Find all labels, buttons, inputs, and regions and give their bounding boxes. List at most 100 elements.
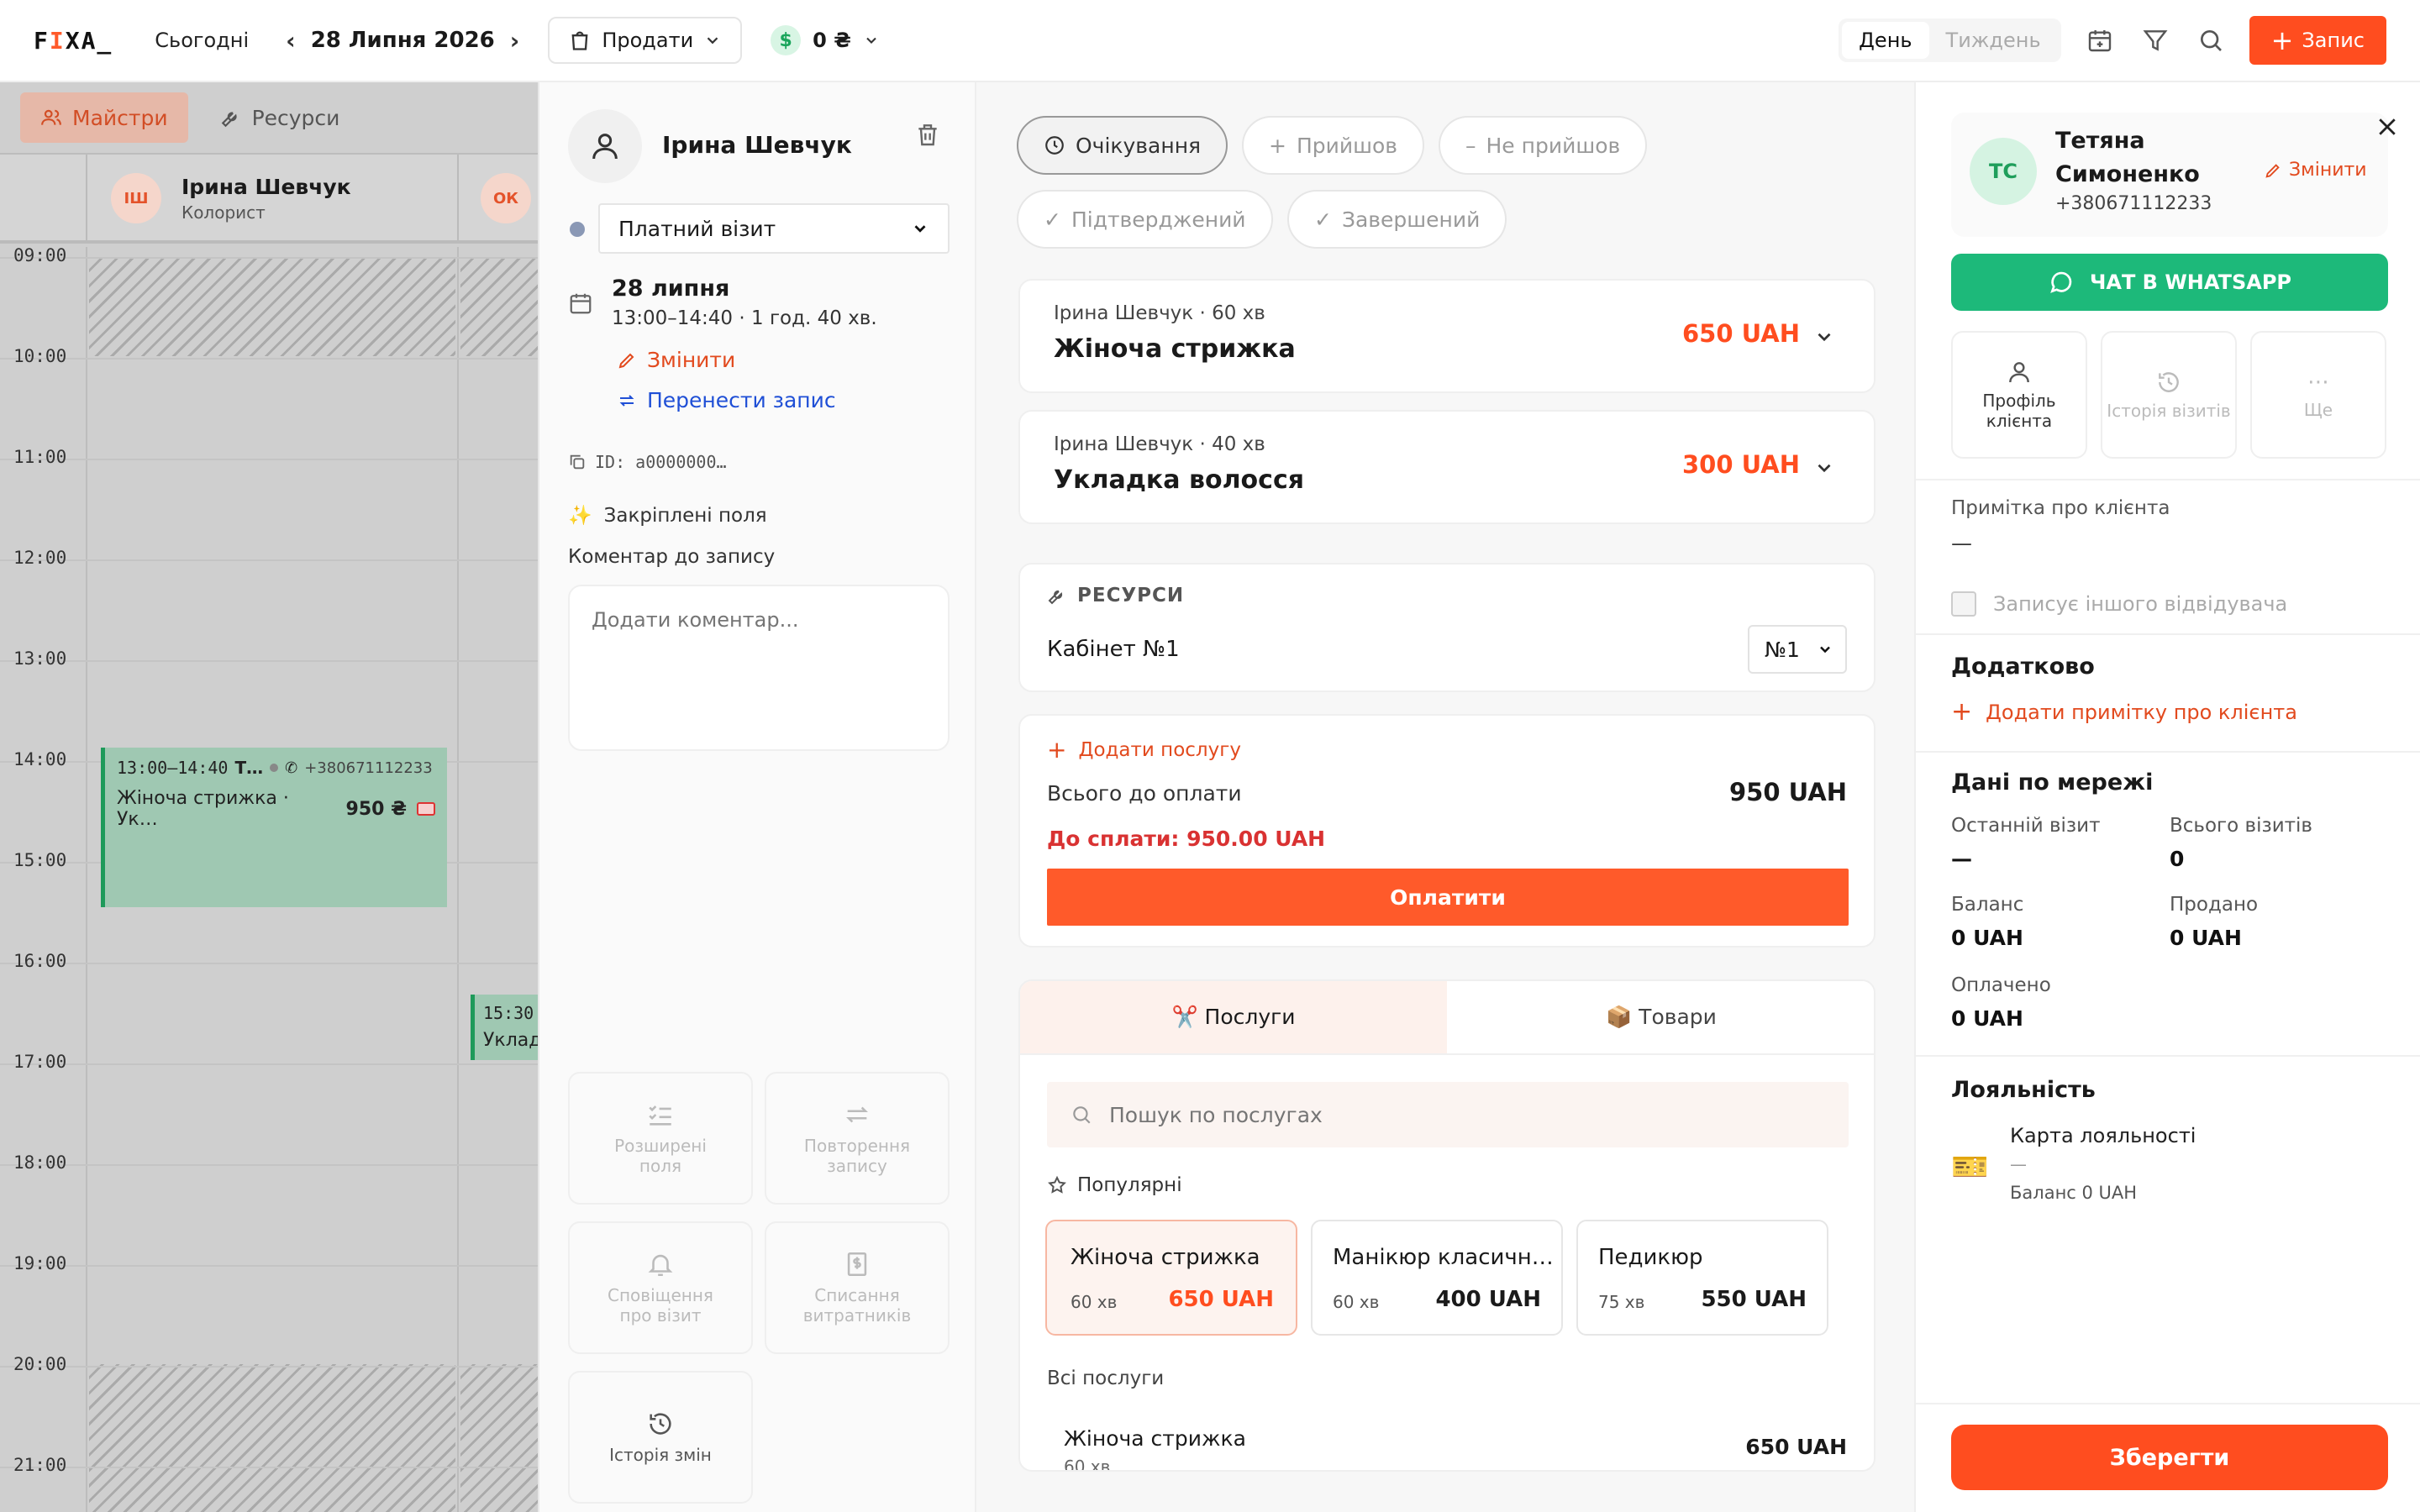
service-name: Жіноча стрижка <box>1054 334 1296 364</box>
plus-icon: + <box>1951 697 1973 727</box>
hour-label: 17:00 <box>13 1052 67 1072</box>
users-icon <box>41 109 61 125</box>
change-history-label: Історія змін <box>609 1445 712 1465</box>
client-name-line: Симоненко <box>2055 161 2200 187</box>
comment-input[interactable] <box>568 585 950 751</box>
repeat-record-button[interactable]: Повторення запису <box>765 1072 950 1205</box>
service-search-input[interactable] <box>1109 1102 1781 1127</box>
search-icon[interactable] <box>2194 24 2228 57</box>
service-search[interactable] <box>1047 1082 1849 1147</box>
appointment-block[interactable]: 15:30 Уклад <box>471 995 538 1060</box>
status-confirmed[interactable]: ✓ Підтверджений <box>1017 190 1273 249</box>
record-id[interactable]: ID: a0000000… <box>568 452 727 472</box>
consumables-button[interactable]: Списання витратників <box>765 1221 950 1354</box>
hour-line <box>0 459 538 460</box>
popular-service-card[interactable]: Жіноча стрижка 60 хв 650 UAH <box>1045 1220 1297 1336</box>
visit-type-select[interactable]: Платний візит <box>598 203 950 254</box>
close-icon[interactable] <box>2375 114 2400 139</box>
cash-balance[interactable]: $ 0 ₴ <box>771 25 880 55</box>
client-phone[interactable]: +380671112233 <box>2055 193 2212 214</box>
chevron-down-icon[interactable] <box>1813 457 1835 479</box>
stat-label: Продано <box>2170 894 2259 916</box>
app-logo[interactable]: FIXA_ <box>34 27 113 55</box>
appointment-block[interactable]: 13:00–14:40 Т… ✆ +380671112233 Жіноча ст… <box>101 748 447 907</box>
star-icon <box>1048 1175 1066 1194</box>
popular-service-name: Жіноча стрижка <box>1071 1245 1260 1270</box>
popular-service-price: 550 UAH <box>1701 1287 1807 1312</box>
hour-label: 20:00 <box>13 1354 67 1374</box>
whatsapp-label: ЧАТ В WHATSAPP <box>2089 270 2292 294</box>
save-button[interactable]: Зберегти <box>1951 1425 2388 1490</box>
resource-name: Кабінет №1 <box>1047 637 1180 662</box>
change-history-button[interactable]: Історія змін <box>568 1371 753 1504</box>
status-completed[interactable]: ✓ Завершений <box>1287 190 1507 249</box>
edit-time-label: Змінити <box>647 348 736 372</box>
more-button[interactable]: ⋯ Ще <box>2250 331 2386 459</box>
client-name[interactable]: Тетяна Симоненко <box>2055 124 2200 192</box>
client-profile-button[interactable]: Профіль клієнта <box>1951 331 2087 459</box>
visit-history-button[interactable]: Історія візитів <box>2101 331 2237 459</box>
status-no-show[interactable]: – Не прийшов <box>1439 116 1648 175</box>
tab-products[interactable]: 📦 Товари <box>1447 981 1874 1053</box>
calendar-panel: Майстри Ресурси ІШ Ірина Шевчук Колорист… <box>0 82 538 1512</box>
view-day-tab[interactable]: День <box>1842 22 1929 59</box>
calendar-add-icon[interactable] <box>2083 24 2117 57</box>
other-visitor-checkbox[interactable]: Записує іншого відвідувача <box>1951 591 2287 617</box>
calendar-grid[interactable]: 09:00 10:00 11:00 12:00 13:00 14:00 15:00 16:00… <box>0 245 538 1512</box>
popular-service-duration: 60 хв <box>1333 1292 1380 1312</box>
visit-notification-label: Сповіщення про візит <box>608 1285 713 1326</box>
hour-label: 09:00 <box>13 245 67 265</box>
prev-day-icon[interactable]: ‹ <box>286 27 296 55</box>
current-date[interactable]: 28 Липня 2026 <box>311 28 495 53</box>
hour-label: 13:00 <box>13 648 67 669</box>
master-column-header[interactable]: ІШ Ірина Шевчук Колорист <box>111 173 351 223</box>
service-item[interactable]: Ірина Шевчук · 40 хв Укладка волосся 300… <box>1018 410 1876 524</box>
status-waiting[interactable]: Очікування <box>1017 116 1228 175</box>
master-column-header[interactable]: ОК <box>481 173 531 223</box>
client-note-label: Примітка про клієнта <box>1951 497 2170 519</box>
resources-title: РЕСУРСИ <box>1077 585 1185 606</box>
filter-icon[interactable] <box>2139 24 2172 57</box>
popular-service-duration: 60 хв <box>1071 1292 1118 1312</box>
checkbox-box[interactable] <box>1951 591 1976 617</box>
ticket-icon: 🎫 <box>1951 1150 1989 1184</box>
stat-label: Останній візит <box>1951 815 2101 837</box>
pinned-fields[interactable]: ✨ Закріплені поля <box>568 504 767 528</box>
popular-service-card[interactable]: Манікюр класичн… 60 хв 400 UAH <box>1311 1220 1563 1336</box>
hour-line <box>0 358 538 360</box>
add-service-link[interactable]: + Додати послугу <box>1047 736 1241 764</box>
all-service-name[interactable]: Жіноча стрижка <box>1064 1426 1246 1451</box>
search-icon <box>1073 1106 1091 1124</box>
view-week-tab[interactable]: Тиждень <box>1929 22 2058 59</box>
edit-time-link[interactable]: Змінити <box>617 348 735 372</box>
tab-resources[interactable]: Ресурси <box>200 92 360 143</box>
loyalty-card-name[interactable]: Карта лояльності <box>2010 1124 2196 1147</box>
extended-fields-button[interactable]: Розширені поля <box>568 1072 753 1205</box>
status-completed-label: Завершений <box>1341 207 1481 232</box>
cash-balance-value: 0 ₴ <box>813 29 851 52</box>
tab-services[interactable]: ✂️ Послуги <box>1020 981 1447 1053</box>
pay-button[interactable]: Оплатити <box>1047 869 1849 926</box>
today-button[interactable]: Сьогодні <box>155 29 249 52</box>
move-record-link[interactable]: Перенести запис <box>617 388 836 412</box>
resource-select[interactable]: №1 <box>1748 625 1847 674</box>
chevron-down-icon[interactable] <box>1813 326 1835 348</box>
service-item[interactable]: Ірина Шевчук · 60 хв Жіноча стрижка 650 … <box>1018 279 1876 393</box>
add-client-note-link[interactable]: + Додати примітку про клієнта <box>1951 697 2297 727</box>
sell-dropdown[interactable]: Продати <box>548 17 743 64</box>
status-arrived[interactable]: + Прийшов <box>1242 116 1425 175</box>
edit-client-link[interactable]: Змінити <box>2264 160 2367 181</box>
appointment-service: Жіноча стрижка · Ук… <box>117 788 289 830</box>
hour-line <box>0 1164 538 1166</box>
tab-masters[interactable]: Майстри <box>20 92 188 143</box>
next-day-icon[interactable]: › <box>510 27 520 55</box>
trash-icon[interactable] <box>914 119 941 150</box>
total-value: 950 UAH <box>1728 778 1847 806</box>
new-record-button[interactable]: + Запис <box>2249 16 2386 65</box>
whatsapp-button[interactable]: ЧАТ В WHATSAPP <box>1951 254 2388 311</box>
add-service-label: Додати послугу <box>1078 738 1241 761</box>
more-dots-icon: ⋯ <box>2307 370 2329 395</box>
visit-notification-button[interactable]: Сповіщення про візит <box>568 1221 753 1354</box>
client-note-value[interactable]: — <box>1951 531 1972 555</box>
popular-service-card[interactable]: Педикюр 75 хв 550 UAH <box>1576 1220 1828 1336</box>
